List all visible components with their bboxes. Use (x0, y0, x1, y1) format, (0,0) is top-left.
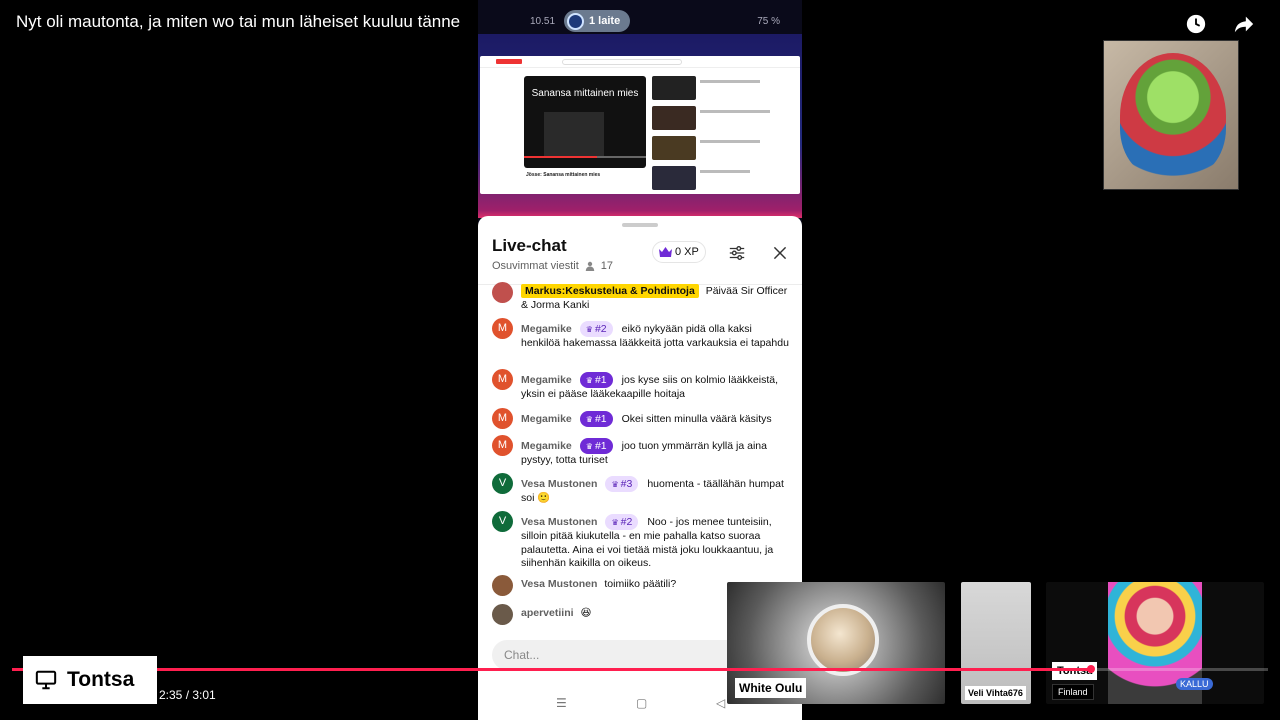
avatar[interactable]: M (492, 369, 513, 390)
avatar[interactable]: M (492, 318, 513, 339)
participant-name: Veli Vihta676 (965, 686, 1026, 700)
phone-screen: Sanansa mittainen mies Jösse: Sanansa mi… (478, 34, 802, 218)
chat-message: V Vesa Mustonen ♛ #2 Noo - jos menee tuntei… (492, 511, 792, 571)
chat-message: V Vesa Mustonen ♛ #3 huomenta - täällähän h… (492, 473, 792, 506)
avatar[interactable]: V (492, 511, 513, 532)
rank-badge: ♛ #2 (579, 321, 613, 337)
participant-name: White Oulu (735, 678, 807, 698)
message-text: toimiiko päätili? (604, 578, 677, 590)
chat-message: Markus:Keskustelua & Pohdintoja Päivää S… (492, 282, 792, 312)
message-author[interactable]: apervetiini (521, 607, 574, 619)
xp-badge[interactable]: 0 XP (652, 241, 706, 263)
filter-settings-icon[interactable] (727, 243, 747, 263)
rank-badge: ♛ #3 (605, 476, 639, 492)
chat-message: M Megamike ♛ #1 jos kyse siis on kolmio lää… (492, 369, 792, 402)
video-title: Nyt oli mautonta, ja miten wo tai mun lä… (16, 12, 461, 31)
share-icon[interactable] (1232, 12, 1256, 36)
avatar[interactable]: M (492, 435, 513, 456)
drag-handle[interactable] (622, 223, 658, 227)
phone-status-bar: 10.51 1 laite 75 % (478, 8, 802, 34)
chat-title: Live-chat (492, 236, 567, 255)
message-author[interactable]: Megamike (521, 413, 572, 425)
recent-apps-icon[interactable]: ☰ (556, 696, 567, 710)
rank-badge: ♛ #1 (579, 438, 613, 454)
avatar[interactable] (492, 604, 513, 625)
avatar (807, 604, 879, 676)
mini-thumbnail[interactable] (652, 106, 696, 130)
device-pill[interactable]: 1 laite (564, 10, 630, 32)
person-icon (585, 261, 594, 271)
avatar[interactable]: V (492, 473, 513, 494)
rank-badge: ♛ #1 (579, 411, 613, 427)
crown-icon (659, 247, 672, 257)
mini-caption: Jösse: Sanansa mittainen mies (526, 172, 601, 178)
chat-message: M Megamike ♛ #1 joo tuon ymmärrän kyllä ja … (492, 435, 792, 468)
xp-value: 0 XP (675, 246, 699, 258)
youtube-logo-icon (496, 59, 522, 64)
status-time: 10.51 (530, 16, 556, 27)
chat-mode: Osuvimmat viestit (492, 260, 579, 272)
home-icon[interactable]: ▢ (636, 696, 647, 710)
overlay-badge: KALLU (1176, 678, 1213, 690)
webcam-overlay (1103, 40, 1239, 190)
message-author[interactable]: Megamike (521, 440, 572, 452)
video-progress-bar[interactable] (12, 665, 1268, 673)
device-icon (567, 12, 584, 30)
mini-thumbnail[interactable] (652, 136, 696, 160)
message-author[interactable]: Markus:Keskustelua & Pohdintoja (521, 284, 699, 298)
viewer-count: 17 (600, 260, 614, 272)
message-text: 😆 (580, 607, 592, 619)
participant-country: Finland (1052, 684, 1094, 700)
clock-icon[interactable] (1184, 12, 1208, 36)
participant-tile-veli[interactable]: Veli Vihta676 (961, 582, 1031, 704)
channel-badge[interactable]: Tontsa (23, 656, 157, 704)
avatar[interactable] (492, 282, 513, 303)
mini-youtube-page: Sanansa mittainen mies Jösse: Sanansa mi… (480, 56, 800, 194)
message-text: Okei sitten minulla väärä käsitys (621, 413, 772, 425)
mini-thumbnail[interactable] (652, 166, 696, 190)
device-label: 1 laite (589, 15, 621, 27)
battery-level: 75 % (757, 16, 780, 27)
avatar[interactable] (492, 575, 513, 596)
time-display: 2:35 / 3:01 (159, 688, 216, 702)
chat-message: M Megamike ♛ #2 eikö nykyään pidä olla kaks… (492, 318, 792, 351)
chat-subtitle[interactable]: Osuvimmat viestit 17 (492, 260, 613, 272)
progress-fill (12, 668, 1091, 671)
frog-artwork (1120, 53, 1226, 179)
message-author[interactable]: Megamike (521, 374, 572, 386)
rank-badge: ♛ #1 (579, 372, 613, 388)
message-author[interactable]: Vesa Mustonen (521, 516, 597, 528)
mini-player[interactable]: Sanansa mittainen mies (524, 76, 646, 168)
channel-name: Tontsa (67, 668, 135, 691)
monitor-icon (35, 670, 57, 690)
scrubber-handle[interactable] (1086, 665, 1095, 673)
message-author[interactable]: Megamike (521, 323, 572, 335)
close-icon[interactable] (770, 243, 790, 263)
mini-player-title: Sanansa mittainen mies (531, 88, 639, 99)
back-icon[interactable]: ◁ (716, 696, 725, 710)
message-author[interactable]: Vesa Mustonen (521, 478, 597, 490)
avatar[interactable]: M (492, 408, 513, 429)
chat-message-list[interactable]: Markus:Keskustelua & Pohdintoja Päivää S… (478, 282, 802, 628)
mini-thumbnail[interactable] (652, 76, 696, 100)
rank-badge: ♛ #2 (605, 514, 639, 530)
message-author[interactable]: Vesa Mustonen (521, 578, 597, 590)
chat-message: M Megamike ♛ #1 Okei sitten minulla väärä k… (492, 408, 792, 429)
participant-tile-white-oulu[interactable]: White Oulu (727, 582, 945, 704)
